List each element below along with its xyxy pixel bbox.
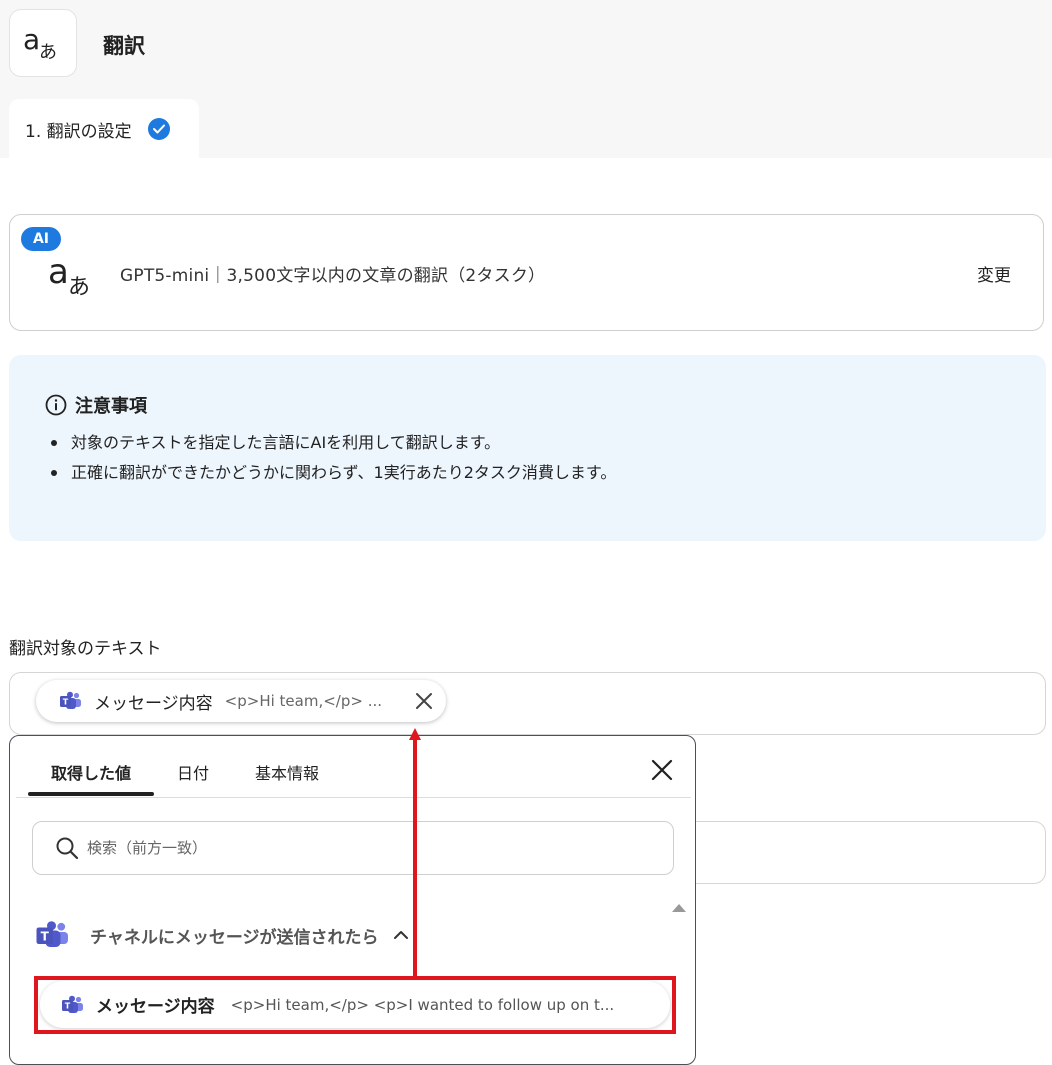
notice-panel: 注意事項 対象のテキストを指定した言語にAIを利用して翻訳します。 正確に翻訳が… <box>9 355 1046 541</box>
svg-text:T: T <box>63 698 69 707</box>
tab-basic-info[interactable]: 基本情報 <box>255 760 319 784</box>
notice-item: 対象のテキストを指定した言語にAIを利用して翻訳します。 <box>51 428 616 458</box>
search-box <box>32 821 674 875</box>
secondary-field[interactable] <box>660 821 1046 884</box>
svg-text:T: T <box>65 1001 71 1010</box>
model-description: GPT5-mini｜3,500文字以内の文章の翻訳（2タスク） <box>120 266 546 286</box>
translate-icon: a あ <box>23 25 57 61</box>
svg-text:あ: あ <box>39 42 57 61</box>
notice-item: 正確に翻訳ができたかどうかに関わらず、1実行あたり2タスク消費します。 <box>51 458 616 488</box>
svg-text:a: a <box>23 25 40 56</box>
annotation-arrowhead <box>409 728 421 740</box>
notice-title: 注意事項 <box>75 396 147 417</box>
search-input[interactable] <box>85 838 609 858</box>
notice-header: 注意事項 <box>45 392 147 418</box>
step-tab-1[interactable]: 1. 翻訳の設定 <box>9 99 199 159</box>
item-label: メッセージ内容 <box>96 997 215 1017</box>
field-label: 翻訳対象のテキスト <box>9 639 162 659</box>
step-label: 1. 翻訳の設定 <box>25 121 132 142</box>
search-icon <box>56 837 79 860</box>
info-icon <box>45 394 67 416</box>
teams-icon: T <box>60 691 81 709</box>
section-title: チャネルにメッセージが送信されたら <box>90 927 379 948</box>
change-model-button[interactable]: 変更 <box>977 261 1011 286</box>
svg-text:a: a <box>48 253 69 292</box>
svg-text:あ: あ <box>68 275 90 297</box>
active-tab-indicator <box>28 792 154 796</box>
translate-icon: a あ <box>48 253 90 297</box>
svg-text:T: T <box>41 929 50 943</box>
item-value: <p>Hi team,</p> <p>I wanted to follow up… <box>230 995 615 1014</box>
teams-icon: T <box>36 921 68 947</box>
chip-label: メッセージ内容 <box>94 693 213 714</box>
trigger-section-header[interactable]: T チャネルにメッセージが送信されたら <box>36 920 409 950</box>
model-card: AI a あ GPT5-mini｜3,500文字以内の文章の翻訳（2タスク） 変… <box>9 214 1044 331</box>
value-chip[interactable]: T メッセージ内容 <p>Hi team,</p> ... <box>36 680 446 722</box>
close-icon[interactable] <box>414 691 434 711</box>
check-circle-icon <box>147 118 170 140</box>
chevron-up-icon[interactable] <box>393 930 409 940</box>
chip-value: <p>Hi team,</p> ... <box>224 692 383 710</box>
tab-retrieved-values[interactable]: 取得した値 <box>51 760 131 784</box>
ai-badge: AI <box>21 227 61 251</box>
notice-list: 対象のテキストを指定した言語にAIを利用して翻訳します。 正確に翻訳ができたかど… <box>51 428 616 488</box>
annotation-arrow <box>413 740 417 976</box>
app-title: 翻訳 <box>103 34 145 58</box>
tab-date[interactable]: 日付 <box>177 760 209 784</box>
tabs-divider <box>16 797 691 798</box>
popover-tabs: 取得した値 日付 基本情報 <box>10 736 695 798</box>
close-icon[interactable] <box>650 758 674 782</box>
teams-icon: T <box>62 995 83 1013</box>
value-list-item[interactable]: T メッセージ内容 <p>Hi team,</p> <p>I wanted to… <box>40 981 670 1028</box>
app-icon: a あ <box>9 9 77 77</box>
scroll-up-arrow[interactable] <box>672 904 686 912</box>
